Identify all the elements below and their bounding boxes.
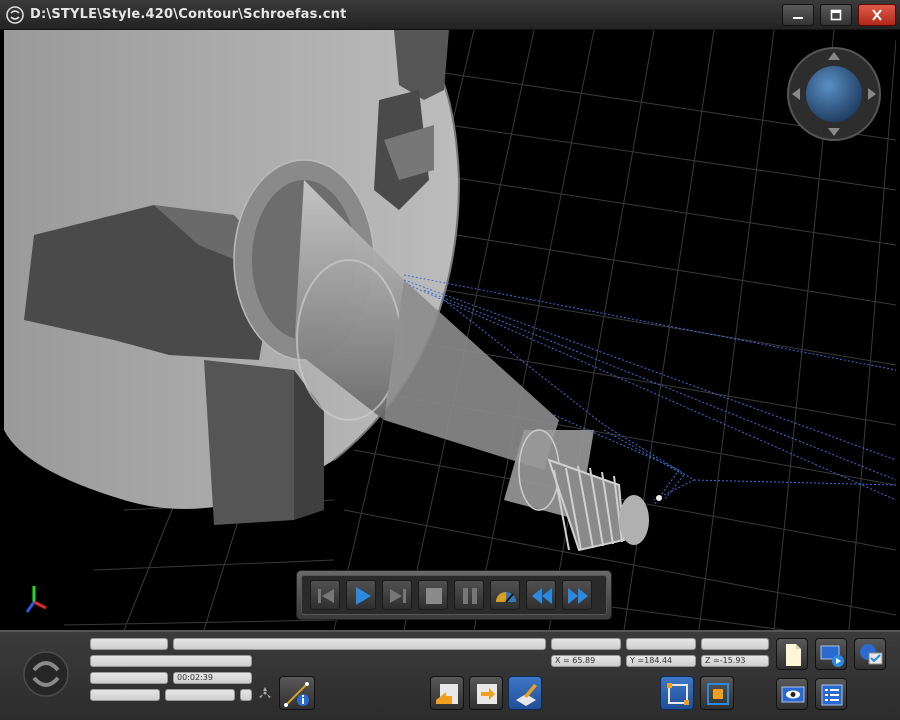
edit-tool-button[interactable] bbox=[508, 676, 542, 710]
status-message-field bbox=[173, 638, 546, 650]
play-icon bbox=[356, 587, 371, 605]
contour-info-icon bbox=[284, 682, 309, 707]
stop-icon bbox=[426, 588, 442, 604]
title-bar: D:\STYLE\Style.420\Contour\Schroefas.cnt bbox=[0, 0, 900, 30]
new-file-button[interactable] bbox=[776, 638, 808, 670]
skip-last-button[interactable] bbox=[382, 580, 412, 610]
pause-button[interactable] bbox=[454, 580, 484, 610]
info-field-1 bbox=[90, 672, 168, 684]
view-window-icon bbox=[707, 683, 729, 705]
close-button[interactable] bbox=[858, 4, 896, 26]
swirl-logo-icon bbox=[23, 651, 69, 697]
list-icon bbox=[821, 684, 843, 706]
settings-check-button[interactable] bbox=[854, 638, 886, 670]
maximize-icon bbox=[830, 9, 842, 21]
fast-forward-button[interactable] bbox=[562, 580, 592, 610]
view-fit-icon bbox=[667, 683, 689, 705]
run-simulation-button[interactable] bbox=[815, 638, 847, 670]
status-field-2 bbox=[551, 638, 621, 650]
view-fit-button[interactable] bbox=[660, 676, 694, 710]
status-field-1 bbox=[90, 638, 168, 650]
app-logo-icon bbox=[6, 6, 24, 24]
new-file-icon bbox=[786, 644, 801, 666]
simulation-viewport[interactable] bbox=[4, 30, 896, 630]
edit-tool-icon bbox=[516, 684, 537, 706]
view-orbit-ball[interactable] bbox=[806, 66, 862, 122]
view-navigation-control[interactable] bbox=[786, 46, 882, 142]
view-eye-button[interactable] bbox=[776, 678, 808, 710]
play-button[interactable] bbox=[346, 580, 376, 610]
coord-y-field: Y =184.44 bbox=[626, 655, 696, 667]
list-view-button[interactable] bbox=[815, 678, 847, 710]
lathe-scene bbox=[4, 30, 896, 630]
load-part-icon bbox=[436, 684, 458, 704]
status-field-4 bbox=[701, 638, 769, 650]
minimize-icon bbox=[793, 17, 803, 19]
timer-field: 00:02:39 bbox=[173, 672, 252, 684]
load-part-button[interactable] bbox=[430, 676, 464, 710]
export-button[interactable] bbox=[469, 676, 503, 710]
skip-first-icon bbox=[318, 589, 334, 603]
coord-z-field: Z =-15.93 bbox=[701, 655, 769, 667]
screen-play-icon bbox=[820, 645, 844, 667]
check-window-icon bbox=[860, 644, 883, 665]
rewind-icon bbox=[532, 588, 552, 604]
status-field-3 bbox=[626, 638, 696, 650]
export-arrow-icon bbox=[477, 684, 497, 704]
maximize-button[interactable] bbox=[820, 4, 852, 26]
radiation-icon bbox=[259, 687, 271, 698]
app-window: D:\STYLE\Style.420\Contour\Schroefas.cnt bbox=[0, 0, 900, 720]
info-field-2 bbox=[90, 689, 160, 701]
cutting-tool-tip bbox=[656, 495, 662, 501]
axis-triad-icon bbox=[25, 586, 47, 613]
close-icon bbox=[872, 9, 882, 21]
eye-icon bbox=[781, 686, 805, 703]
control-panel: X = 65.89 Y =184.44 Z =-15.93 00:02:39 bbox=[0, 630, 900, 720]
info-field-3 bbox=[165, 689, 235, 701]
window-title: D:\STYLE\Style.420\Contour\Schroefas.cnt bbox=[30, 7, 347, 22]
thread-section bbox=[547, 458, 626, 552]
info-field-4 bbox=[240, 689, 252, 701]
coord-x-field: X = 65.89 bbox=[551, 655, 621, 667]
playback-toolbar bbox=[296, 570, 612, 620]
speed-button[interactable] bbox=[490, 580, 520, 610]
program-field bbox=[90, 655, 252, 667]
contour-info-button[interactable] bbox=[279, 676, 315, 710]
fast-forward-icon bbox=[568, 588, 588, 604]
rewind-button[interactable] bbox=[526, 580, 556, 610]
view-window-button[interactable] bbox=[700, 676, 734, 710]
pause-icon bbox=[463, 588, 477, 604]
skip-first-button[interactable] bbox=[310, 580, 340, 610]
speed-gauge-icon bbox=[496, 592, 516, 603]
stop-button[interactable] bbox=[418, 580, 448, 610]
minimize-button[interactable] bbox=[782, 4, 814, 26]
skip-last-icon bbox=[390, 589, 406, 603]
